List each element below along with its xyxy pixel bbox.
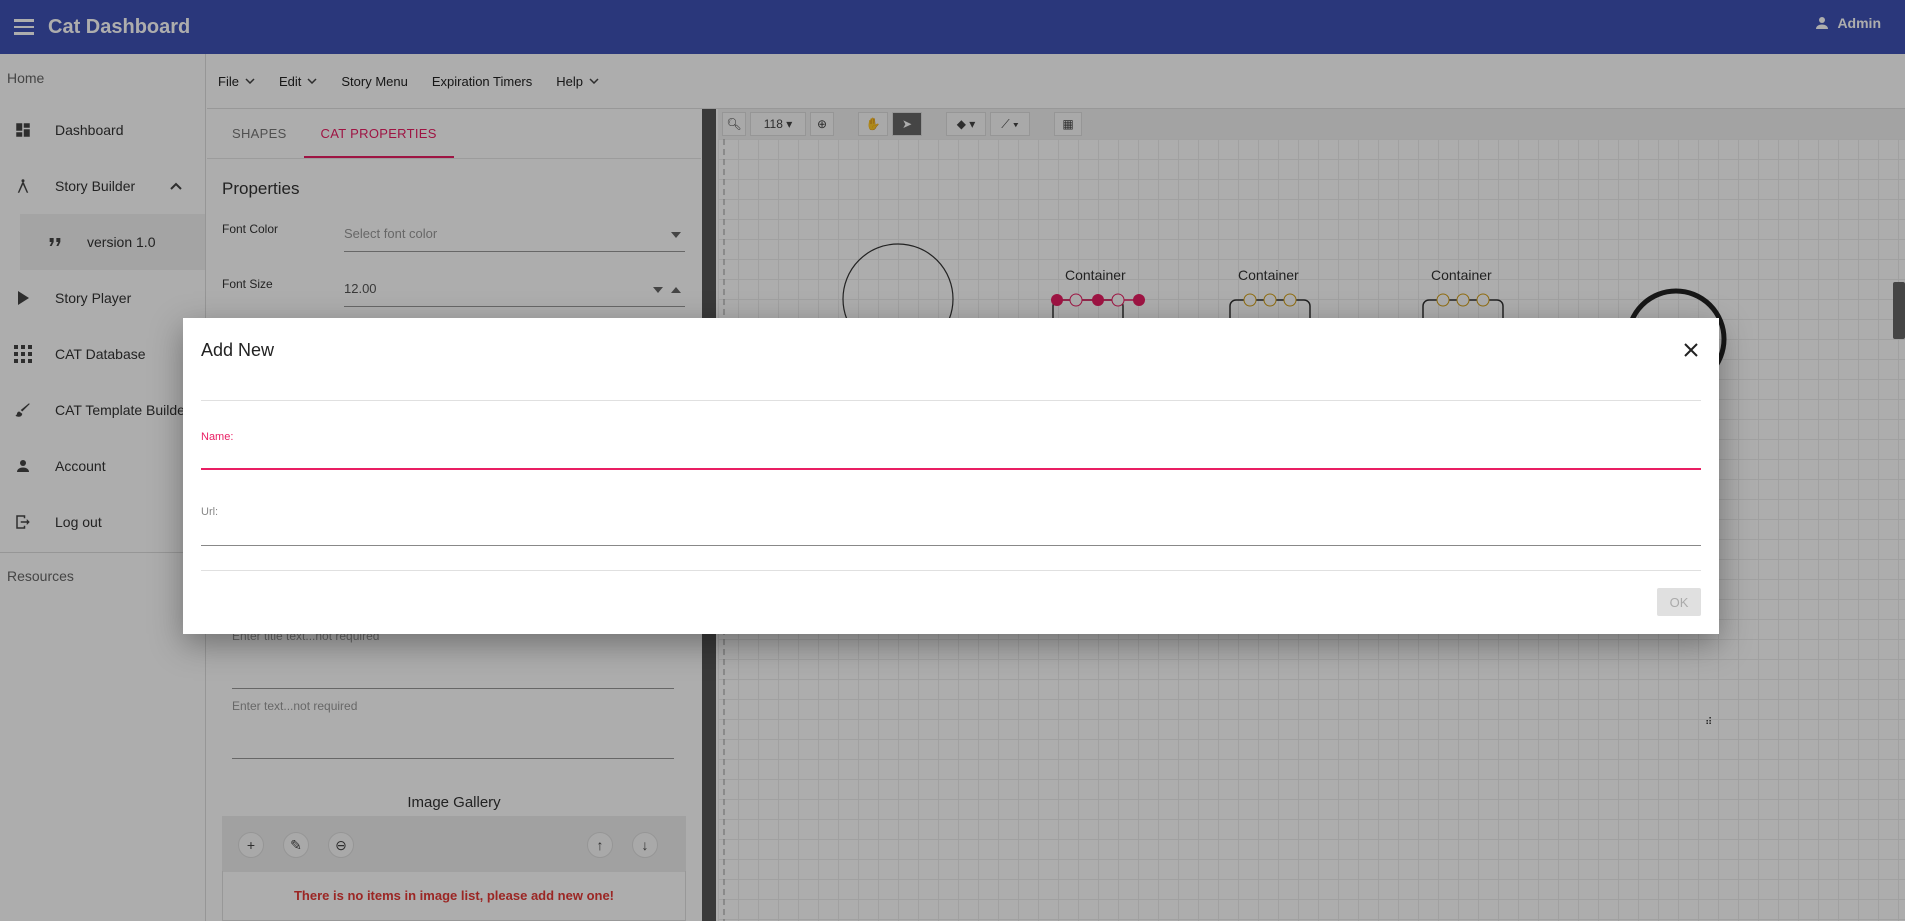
close-icon[interactable] — [1679, 338, 1703, 362]
ok-button[interactable]: OK — [1657, 588, 1701, 616]
name-label: Name: — [201, 431, 234, 443]
dialog-title: Add New — [201, 340, 275, 360]
url-label: Url: — [201, 506, 219, 518]
name-input[interactable] — [201, 444, 1701, 470]
dialog-divider — [201, 400, 1701, 401]
add-new-dialog: Add New Name: Url: OK — [183, 318, 1719, 634]
dialog-divider — [201, 570, 1701, 571]
url-input[interactable] — [201, 520, 1701, 546]
